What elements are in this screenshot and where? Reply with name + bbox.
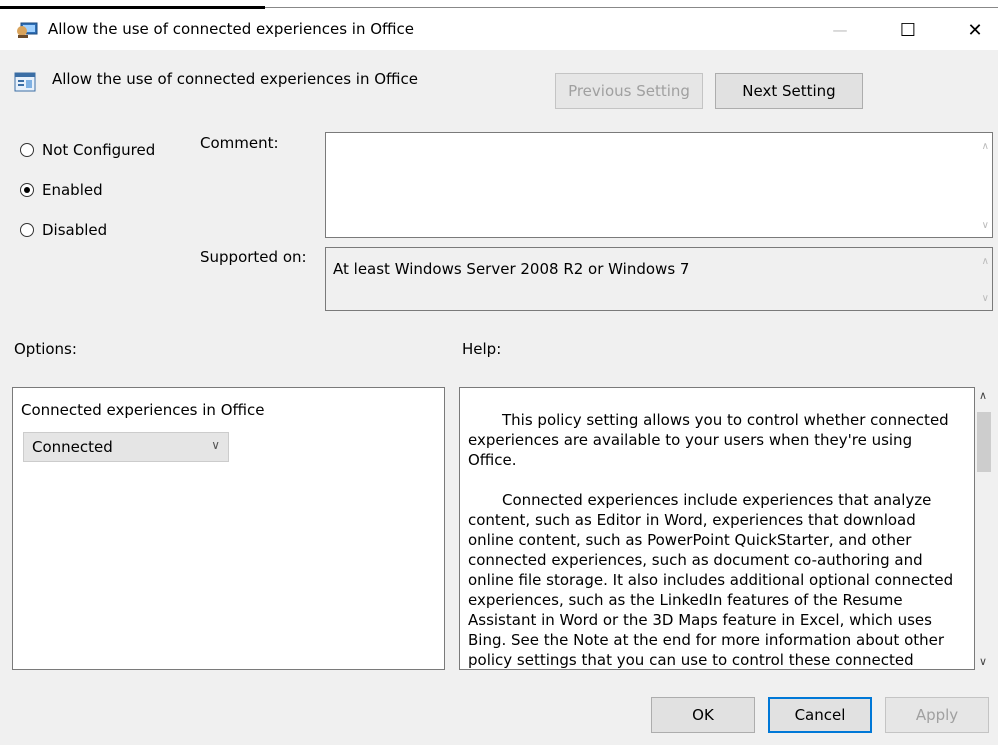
ok-button[interactable]: OK [651,697,755,733]
close-button[interactable]: ✕ [952,10,998,50]
radio-circle [20,143,34,157]
dropdown-value: Connected [32,438,113,456]
options-pane: Connected experiences in Office Connecte… [12,387,445,670]
comment-scrollbar[interactable]: ∧ ∨ [974,133,992,237]
connected-experiences-dropdown[interactable]: Connected ∨ [23,432,229,462]
scroll-thumb[interactable] [977,412,991,472]
help-text: This policy setting allows you to contro… [468,410,958,669]
supported-scrollbar[interactable]: ∧ ∨ [974,248,992,310]
radio-label: Enabled [42,181,103,199]
divider [265,7,998,8]
supported-on-label: Supported on: [200,248,307,266]
title-bar: Allow the use of connected experiences i… [0,10,998,50]
supported-on-field: At least Windows Server 2008 R2 or Windo… [325,247,993,311]
close-icon: ✕ [967,19,983,41]
chevron-down-icon: ∨ [211,438,220,452]
cancel-button[interactable]: Cancel [768,697,872,733]
apply-button[interactable]: Apply [885,697,989,733]
scroll-up-icon: ∧ [981,256,989,267]
setting-title: Allow the use of connected experiences i… [52,70,418,88]
comment-field[interactable]: ∧ ∨ [325,132,993,238]
selection-underline [0,6,265,9]
window-title: Allow the use of connected experiences i… [48,20,414,38]
maximize-button[interactable]: ☐ [885,10,931,50]
scroll-down-icon: ∨ [981,293,989,304]
setting-icon [14,72,38,98]
radio-circle-selected [20,183,34,197]
minimize-icon: — [832,21,848,39]
supported-on-value: At least Windows Server 2008 R2 or Windo… [333,260,690,278]
maximize-icon: ☐ [899,19,917,41]
help-label: Help: [462,340,502,358]
help-pane: This policy setting allows you to contro… [459,387,975,670]
radio-circle [20,223,34,237]
minimize-button[interactable]: — [817,10,863,50]
help-scrollbar[interactable]: ∧ ∨ [975,387,993,670]
top-strip [0,0,998,10]
radio-disabled[interactable]: Disabled [20,221,107,239]
scroll-up-icon: ∧ [981,141,989,152]
previous-setting-button[interactable]: Previous Setting [555,73,703,109]
radio-not-configured[interactable]: Not Configured [20,141,155,159]
help-paragraph: Connected experiences include experience… [468,491,954,669]
connected-experiences-label: Connected experiences in Office [21,401,265,419]
options-label: Options: [14,340,77,358]
radio-enabled[interactable]: Enabled [20,181,103,199]
policy-app-icon [16,20,38,44]
scroll-down-icon: ∨ [979,655,988,668]
help-paragraph: This policy setting allows you to contro… [468,411,949,469]
scroll-up-icon: ∧ [979,389,988,402]
scroll-down-icon: ∨ [981,220,989,231]
radio-label: Not Configured [42,141,156,159]
comment-label: Comment: [200,134,279,152]
radio-label: Disabled [42,221,108,239]
next-setting-button[interactable]: Next Setting [715,73,863,109]
